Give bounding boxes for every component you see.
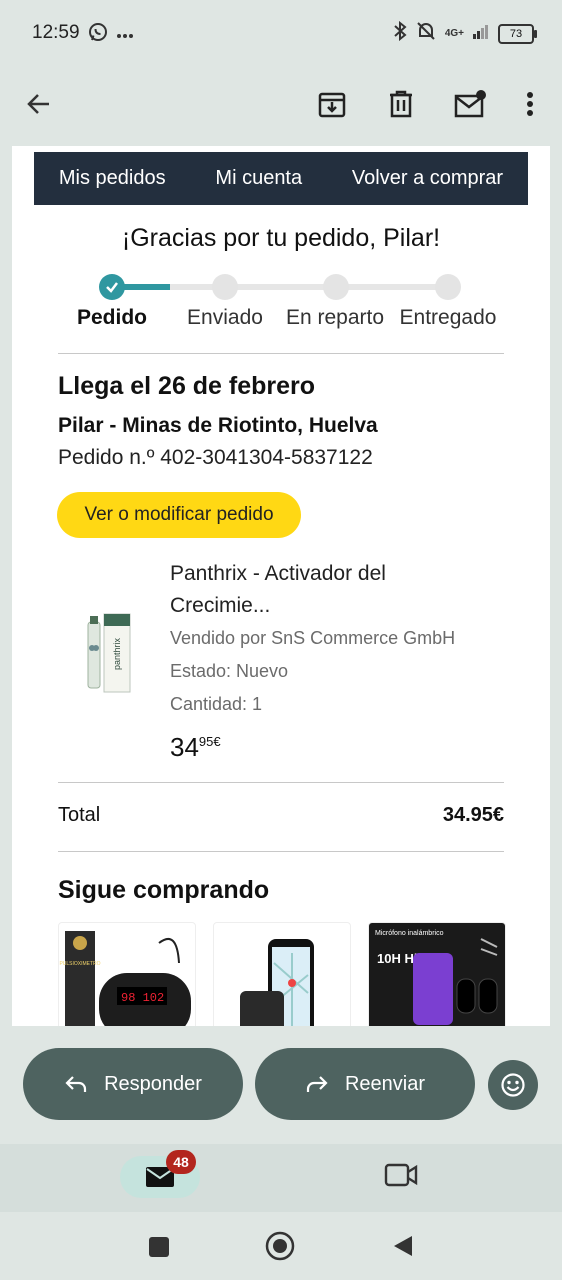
step-label-enviado: Enviado [187,306,263,329]
more-notifications-icon [116,26,134,44]
step-label-entregado: Entregado [399,306,497,329]
keep-shopping-heading: Sigue comprando [58,876,270,904]
price-decimal: 95€ [198,734,221,749]
step-label-en-reparto: En reparto [285,306,385,329]
system-navigation-bar [0,1212,562,1280]
product-name[interactable]: Panthrix - Activador del Crecimie... [170,558,490,622]
product-name-line-2: Crecimie... [170,594,271,617]
divider [58,782,504,783]
rec-microphone-label: Micrófono inalámbrico [375,930,444,937]
back-nav-button[interactable] [392,1234,414,1263]
nav-meet-tab[interactable] [384,1162,418,1193]
whatsapp-icon [88,22,108,47]
reply-label: Responder [104,1072,202,1095]
reply-button[interactable]: Responder [23,1048,243,1120]
unread-count-badge: 48 [166,1150,196,1174]
bottom-navigation: 48 [0,1144,562,1212]
recommendation-card-oximeter[interactable]: PULSIOXIMETRO 98 102 [58,922,196,1026]
rec-oximeter-display: 98 102 [121,991,164,1005]
trash-icon [390,90,412,118]
divider [58,851,504,852]
circle-icon [265,1231,295,1261]
divider [58,353,504,354]
product-thumbnail[interactable]: panthrix [82,612,134,696]
total-value: 34.95€ [442,804,504,826]
product-price: 3495€ [170,732,221,763]
mark-unread-icon [454,90,486,118]
product-name-line-1: Panthrix - Activador del [170,562,386,585]
triangle-back-icon [394,1236,412,1256]
delete-button[interactable] [379,82,423,126]
step-dot-pedido [99,274,125,300]
emoji-reaction-button[interactable] [488,1060,538,1110]
reply-icon [65,1076,87,1092]
forward-label: Reenviar [344,1072,426,1095]
product-seller: Vendido por SnS Commerce GmbH [170,628,456,648]
more-vert-icon [527,92,533,116]
mark-unread-button[interactable] [448,82,492,126]
thanks-heading: ¡Gracias por tu pedido, Pilar! [121,224,441,252]
recommendation-card-microphone[interactable]: Micrófono inalámbrico 10H Hifi [368,922,506,1026]
rec-oximeter-label: PULSIOXIMETRO [59,961,100,967]
archive-button[interactable] [310,82,354,126]
recommendation-card-gps-tracker[interactable] [213,922,351,1026]
forward-button[interactable]: Reenviar [255,1048,475,1120]
recent-apps-button[interactable] [148,1236,170,1263]
order-number: Pedido n.º 402-3041304-5837122 [58,446,373,469]
view-modify-order-button[interactable]: Ver o modificar pedido [57,492,301,538]
step-label-pedido: Pedido [76,306,148,329]
home-button[interactable] [265,1231,295,1266]
status-bar: 12:59 4G+ 73 [0,0,562,64]
nav-link-volver-a-comprar[interactable]: Volver a comprar [352,167,503,190]
top-app-bar [0,64,562,144]
email-body: Mis pedidos Mi cuenta Volver a comprar ¡… [12,146,550,1026]
arrival-date: Llega el 26 de febrero [58,372,316,400]
price-integer: 34 [170,732,199,762]
back-button[interactable] [17,82,61,126]
product-quantity: Cantidad: 1 [170,694,263,714]
video-camera-icon [384,1163,418,1187]
battery-icon: 73 [498,23,537,44]
check-icon [106,282,118,293]
back-arrow-icon [27,94,49,114]
thumb-brand-text: panthrix [112,637,122,670]
amazon-nav-bar: Mis pedidos Mi cuenta Volver a comprar [34,152,528,205]
total-label: Total [58,804,101,826]
more-options-button[interactable] [508,82,552,126]
clock: 12:59 [32,22,80,43]
product-state: Estado: Nuevo [170,661,289,681]
network-type: 4G+ [444,28,464,39]
shipping-address: Pilar - Minas de Riotinto, Huelva [58,414,378,437]
smiley-icon [501,1073,525,1097]
forward-icon [306,1076,328,1092]
signal-icon [472,23,490,44]
nav-link-mis-pedidos[interactable]: Mis pedidos [59,167,166,190]
progress-segment-done [124,284,170,290]
archive-icon [318,92,346,118]
silent-bell-icon [415,20,437,47]
step-dot-enviado [212,274,238,300]
order-progress-tracker: Pedido Enviado En reparto Entregado [58,270,508,340]
step-dot-entregado [435,274,461,300]
reply-action-bar: Responder Reenviar [0,1026,562,1144]
recommendations-row: PULSIOXIMETRO 98 102 Micrófono inalámbri… [58,922,506,1026]
step-dot-en-reparto [323,274,349,300]
bluetooth-icon [393,20,407,46]
square-icon [149,1237,169,1257]
nav-link-mi-cuenta[interactable]: Mi cuenta [215,167,302,190]
